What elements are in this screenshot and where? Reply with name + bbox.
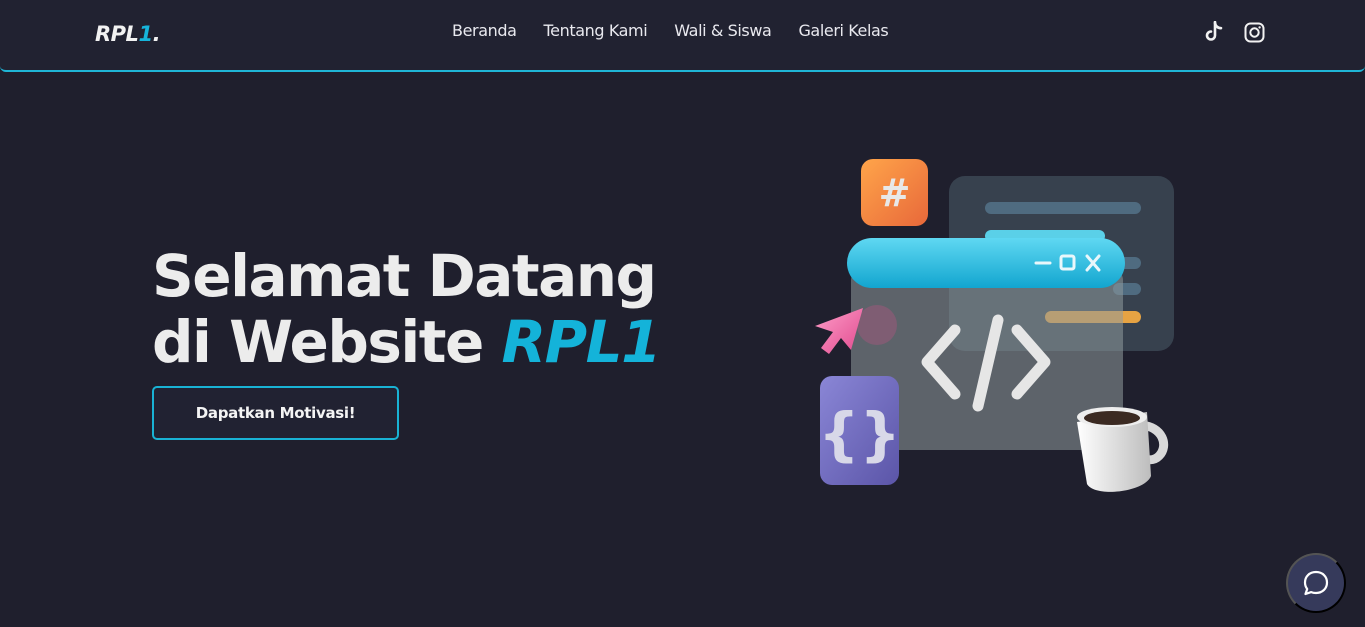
brand-logo[interactable]: RPL1. [95,22,161,46]
tiktok-icon [1205,21,1223,41]
coding-illustration: # {} [815,159,1174,492]
brand-name: RPL [95,22,139,46]
chat-button[interactable] [1286,553,1346,613]
nav-link-wali-siswa[interactable]: Wali & Siswa [674,21,772,40]
brand-accent: 1 [138,22,153,46]
hero-title: Selamat Datang di Website RPL1 [152,242,662,376]
braces-tile: {} [818,376,901,485]
coffee-mug-icon [1077,407,1168,492]
nav-link-tentang-kami[interactable]: Tentang Kami [544,21,648,40]
navbar: RPL1. Beranda Tentang Kami Wali & Siswa … [0,0,1365,72]
nav-link-beranda[interactable]: Beranda [452,21,517,40]
hash-tile: # [861,159,928,226]
instagram-link[interactable] [1242,20,1266,44]
motivation-button[interactable]: Dapatkan Motivasi! [152,386,399,440]
instagram-icon [1244,22,1264,42]
nav-link-galeri-kelas[interactable]: Galeri Kelas [798,21,888,40]
hero-title-line2-prefix: di Website [152,308,502,376]
main-nav: Beranda Tentang Kami Wali & Siswa Galeri… [452,21,889,40]
tiktok-link[interactable] [1202,20,1226,44]
hero-title-accent: RPL1 [501,308,662,376]
chat-bubble-icon [1303,570,1329,596]
hero-title-line1: Selamat Datang [152,242,657,310]
braces-symbol: {} [818,400,901,468]
brand-dot: . [152,22,161,46]
hash-symbol: # [879,171,911,215]
